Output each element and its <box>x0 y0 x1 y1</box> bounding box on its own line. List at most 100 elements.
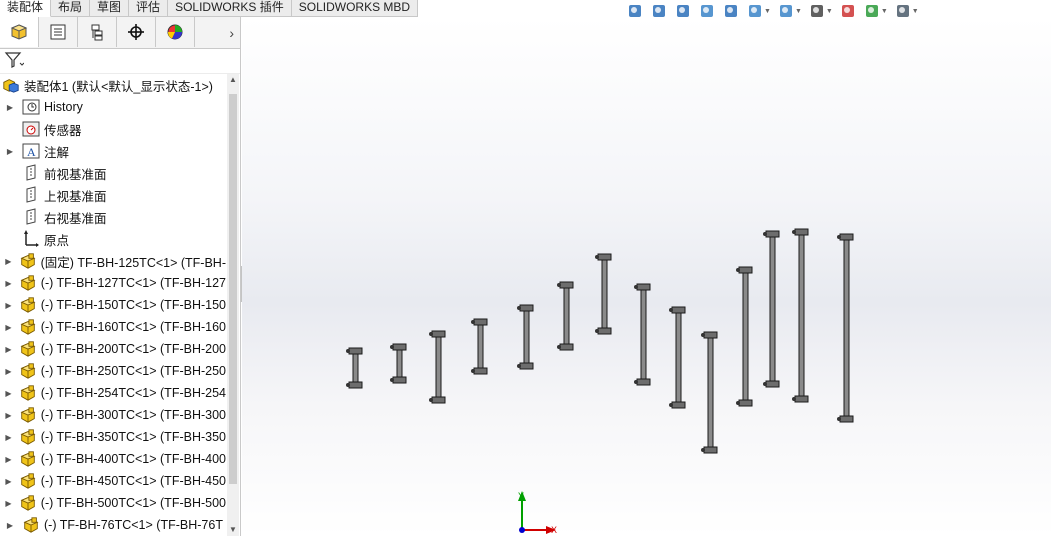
bracket-part[interactable] <box>669 306 686 409</box>
part-icon <box>19 318 37 336</box>
command-tab[interactable]: SOLIDWORKS 插件 <box>168 0 292 17</box>
tree-scrollbar[interactable]: ▲ ▼ <box>227 74 239 536</box>
chevron-down-icon[interactable]: ▼ <box>795 8 802 15</box>
chevron-down-icon[interactable]: ▼ <box>912 8 919 15</box>
expand-arrow-icon[interactable]: ▶ <box>4 345 13 354</box>
bracket-part[interactable] <box>736 266 753 407</box>
tree-item[interactable]: ▶ (-) TF-BH-160TC<1> (TF-BH-160 <box>0 316 226 338</box>
tree-item-label: (-) TF-BH-150TC<1> (TF-BH-150 <box>40 298 226 312</box>
part-icon <box>19 340 37 358</box>
propertymanager-icon[interactable] <box>39 17 78 47</box>
command-tab[interactable]: 装配体 <box>0 0 52 17</box>
feature-tree: 装配体1 (默认<默认_显示状态-1>) ▶ History 传感器 ▶ A 注解 前视基准面… <box>0 74 226 536</box>
annotation-icon: A <box>22 142 40 160</box>
tree-item[interactable]: ▶ History <box>0 96 226 118</box>
part-icon <box>19 450 37 468</box>
section-view-icon[interactable] <box>695 0 719 22</box>
expand-arrow-icon[interactable]: ▶ <box>4 389 13 398</box>
configurationmanager-icon[interactable] <box>78 17 117 47</box>
tree-item[interactable]: 上视基准面 <box>0 184 226 206</box>
command-tab[interactable]: 草图 <box>90 0 130 17</box>
tree-item[interactable]: 前视基准面 <box>0 162 226 184</box>
featuremanager-icon[interactable] <box>0 17 39 47</box>
bracket-part[interactable] <box>634 283 651 386</box>
expand-arrow-icon[interactable]: ▶ <box>4 521 16 530</box>
part-icon <box>19 494 37 512</box>
bracket-part[interactable] <box>557 281 574 351</box>
expand-arrow-icon[interactable]: ▶ <box>4 433 13 442</box>
bracket-part[interactable] <box>429 330 446 404</box>
dimxpert-icon[interactable] <box>117 17 156 47</box>
tree-item[interactable]: ▶ (-) TF-BH-500TC<1> (TF-BH-500 <box>0 492 226 514</box>
filter-icon[interactable] <box>4 51 25 72</box>
tree-item[interactable]: 右视基准面 <box>0 206 226 228</box>
tree-item[interactable]: ▶ A 注解 <box>0 140 226 162</box>
part-icon <box>19 406 37 424</box>
tree-item-label: History <box>44 100 83 114</box>
zoom-area-icon[interactable] <box>647 0 671 22</box>
expand-arrow-icon[interactable]: ▶ <box>4 499 13 508</box>
dynamic-annotation-icon[interactable] <box>719 0 743 22</box>
bracket-part[interactable] <box>837 233 854 423</box>
assembly-icon <box>2 76 20 94</box>
tree-item-label: (-) TF-BH-350TC<1> (TF-BH-350 <box>40 430 226 444</box>
command-manager-tabs: 装配体 布局 草图 评估 SOLIDWORKS 插件 SOLIDWORKS MBD <box>0 0 419 17</box>
svg-text:A: A <box>27 145 36 159</box>
expand-arrow-icon[interactable]: ▶ <box>4 279 13 288</box>
command-tab[interactable]: 评估 <box>129 0 169 17</box>
bracket-part[interactable] <box>517 304 534 370</box>
plane-icon <box>22 208 40 226</box>
chevron-down-icon[interactable]: ▼ <box>881 8 888 15</box>
previous-view-icon[interactable] <box>671 0 695 22</box>
expand-arrow-icon[interactable]: ▶ <box>4 477 13 486</box>
expand-arrow-icon[interactable]: ▶ <box>4 455 13 464</box>
tree-root-assembly[interactable]: 装配体1 (默认<默认_显示状态-1>) <box>0 74 226 96</box>
bracket-part[interactable] <box>346 347 363 389</box>
tree-item[interactable]: ▶ (-) TF-BH-200TC<1> (TF-BH-200 <box>0 338 226 360</box>
expand-arrow-icon[interactable]: ▶ <box>4 367 13 376</box>
expand-arrow-icon[interactable]: ▶ <box>4 257 13 266</box>
tree-item[interactable]: ▶ (固定) TF-BH-125TC<1> (TF-BH- <box>0 250 226 272</box>
tree-item[interactable]: ▶ (-) TF-BH-150TC<1> (TF-BH-150 <box>0 294 226 316</box>
assembly-model[interactable] <box>242 17 1051 536</box>
tree-item[interactable]: ▶ (-) TF-BH-76TC<1> (TF-BH-76T <box>0 514 226 536</box>
expand-arrow-icon[interactable]: ▶ <box>4 323 13 332</box>
tree-item[interactable]: ▶ (-) TF-BH-450TC<1> (TF-BH-450 <box>0 470 226 492</box>
tree-item[interactable]: 传感器 <box>0 118 226 140</box>
tree-item[interactable]: ▶ (-) TF-BH-127TC<1> (TF-BH-127 <box>0 272 226 294</box>
tree-item-label: (固定) TF-BH-125TC<1> (TF-BH- <box>40 255 226 270</box>
tree-item[interactable]: ▶ (-) TF-BH-250TC<1> (TF-BH-250 <box>0 360 226 382</box>
bracket-part[interactable] <box>471 318 488 375</box>
scroll-thumb[interactable] <box>229 94 237 484</box>
display-manager-icon[interactable] <box>156 17 195 47</box>
scroll-up-icon[interactable]: ▲ <box>227 74 239 86</box>
panel-tabs-more-icon[interactable]: › <box>195 17 240 48</box>
bracket-part[interactable] <box>792 228 809 403</box>
heads-up-view-toolbar: ▼ ▼ ▼ ▼ ▼ <box>623 0 922 22</box>
tree-item[interactable]: ▶ (-) TF-BH-400TC<1> (TF-BH-400 <box>0 448 226 470</box>
expand-arrow-icon[interactable]: ▶ <box>4 411 13 420</box>
tree-item[interactable]: ▶ (-) TF-BH-254TC<1> (TF-BH-254 <box>0 382 226 404</box>
tree-item[interactable]: ▶ (-) TF-BH-350TC<1> (TF-BH-350 <box>0 426 226 448</box>
expand-arrow-icon[interactable]: ▶ <box>4 147 16 156</box>
scroll-down-icon[interactable]: ▼ <box>227 524 239 536</box>
sensor-icon <box>22 120 40 138</box>
command-tab[interactable]: 布局 <box>51 0 91 17</box>
bracket-part[interactable] <box>595 253 612 335</box>
chevron-down-icon[interactable]: ▼ <box>764 8 771 15</box>
chevron-down-icon[interactable]: ▼ <box>826 8 833 15</box>
bracket-part[interactable] <box>763 230 780 388</box>
tree-item-label: (-) TF-BH-160TC<1> (TF-BH-160 <box>40 320 226 334</box>
bracket-part[interactable] <box>701 331 718 454</box>
featuremanager-panel: › 装配体1 (默认<默认_显示状态-1>) ▶ History 传感器 ▶ A 注解 前视基… <box>0 17 241 536</box>
bracket-part[interactable] <box>390 343 407 384</box>
command-tab[interactable]: SOLIDWORKS MBD <box>291 0 419 17</box>
edit-appearance-icon[interactable] <box>836 0 860 22</box>
zoom-to-fit-icon[interactable] <box>623 0 647 22</box>
expand-arrow-icon[interactable]: ▶ <box>4 301 13 310</box>
graphics-area[interactable]: Y X <box>242 17 1051 536</box>
tree-item[interactable]: 原点 <box>0 228 226 250</box>
part-icon <box>22 516 40 534</box>
expand-arrow-icon[interactable]: ▶ <box>4 103 16 112</box>
tree-item[interactable]: ▶ (-) TF-BH-300TC<1> (TF-BH-300 <box>0 404 226 426</box>
